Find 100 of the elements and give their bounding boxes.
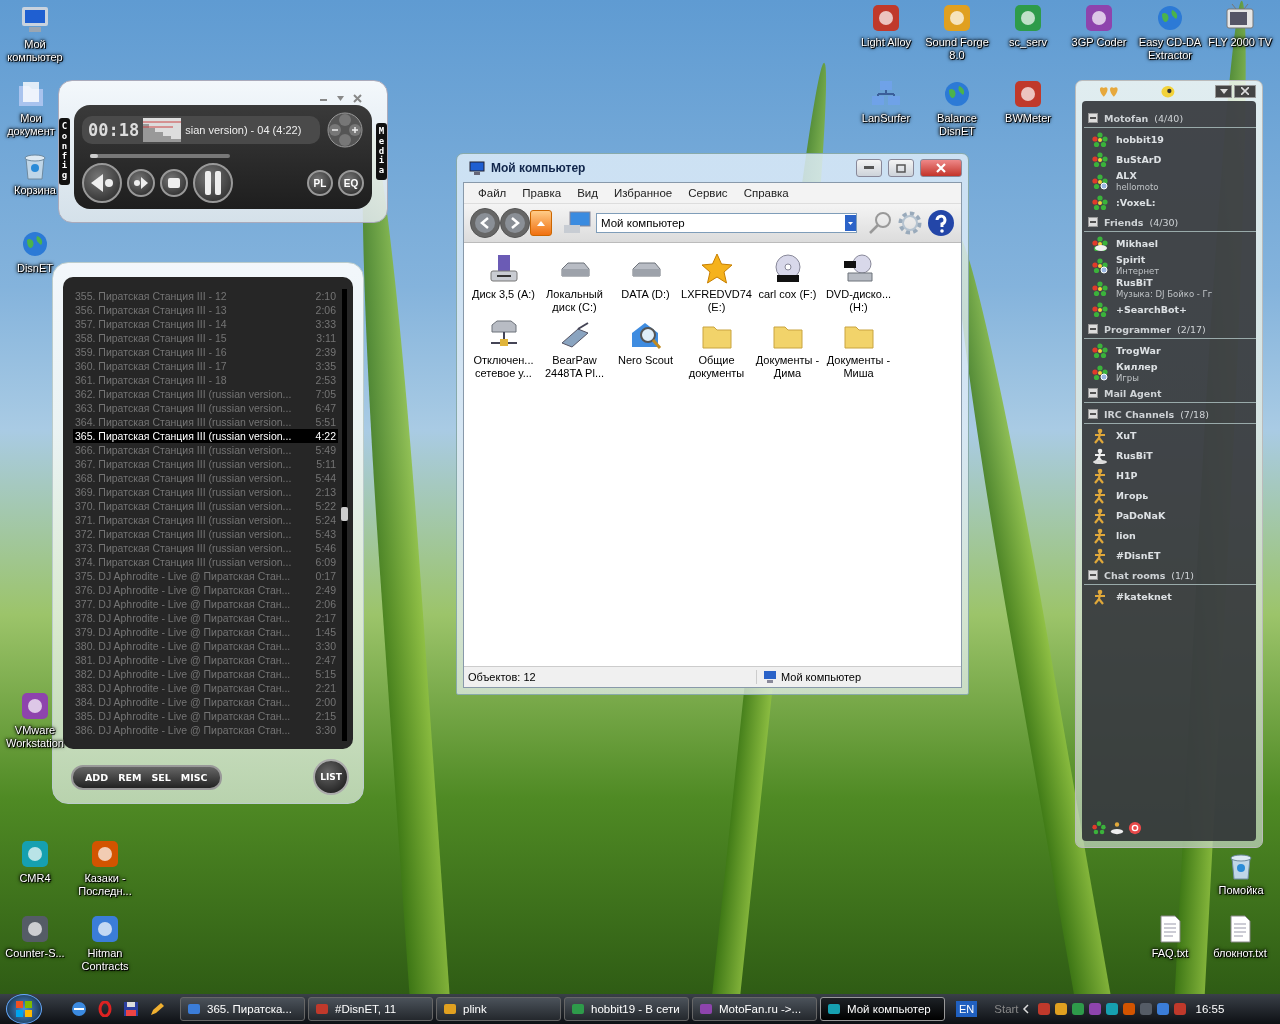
previous-button[interactable]: [82, 163, 122, 203]
menu-item[interactable]: Файл: [470, 185, 515, 201]
contact-name[interactable]: Игорь: [1116, 490, 1149, 502]
language-indicator[interactable]: EN: [956, 1001, 978, 1017]
contact-name[interactable]: :VoxeL:: [1116, 197, 1156, 209]
group-name[interactable]: Chat rooms: [1104, 569, 1166, 581]
flower-icon[interactable]: [1092, 821, 1106, 835]
chevron-icon[interactable]: [1021, 1004, 1030, 1014]
seek-bar[interactable]: [90, 154, 230, 158]
stop-button[interactable]: [160, 169, 188, 197]
playlist-button[interactable]: REM: [114, 769, 146, 785]
maximize-button[interactable]: [888, 159, 914, 177]
dropdown-icon[interactable]: [845, 215, 856, 231]
item-label[interactable]: Документы - Миша: [823, 354, 894, 380]
app-icon[interactable]: [89, 913, 121, 945]
item-label[interactable]: Локальный диск (C:): [539, 288, 610, 314]
contact-name[interactable]: RusBiT: [1116, 450, 1153, 462]
app-icon[interactable]: [89, 838, 121, 870]
taskbar-button[interactable]: MotoFan.ru ->...: [692, 997, 817, 1021]
close-button[interactable]: [920, 159, 962, 177]
shortcut-label[interactable]: блокнот.txt: [1213, 947, 1267, 960]
menu-button[interactable]: [1215, 84, 1232, 98]
menu-item[interactable]: Вид: [569, 185, 606, 201]
app-icon[interactable]: [1012, 2, 1044, 34]
item-label[interactable]: Общие документы: [681, 354, 752, 380]
playlist-button[interactable]: SEL: [147, 769, 175, 785]
pause-button[interactable]: [193, 163, 233, 203]
list-button[interactable]: LIST: [313, 759, 349, 795]
item-label[interactable]: DATA (D:): [621, 288, 670, 301]
playlist-item[interactable]: 365. Пиратская Станция III (russian version... 4:22: [73, 429, 338, 443]
contact-name[interactable]: TrogWar: [1116, 345, 1161, 357]
app-icon[interactable]: [19, 690, 51, 722]
forward-button[interactable]: [500, 208, 530, 238]
shortcut-label[interactable]: Помойка: [1218, 884, 1264, 897]
playlist-button[interactable]: ADD: [81, 769, 113, 785]
help-icon[interactable]: [927, 209, 955, 237]
scrollbar[interactable]: [342, 289, 347, 741]
menu-item[interactable]: Справка: [735, 185, 797, 201]
contact-name[interactable]: #kateknet: [1116, 591, 1172, 603]
item-label[interactable]: LXFREDVD74 (E:): [681, 288, 752, 314]
tray-icon[interactable]: [1104, 1002, 1119, 1016]
shortcut-label[interactable]: Hitman Contracts: [72, 947, 138, 973]
browser-icon[interactable]: [71, 1001, 87, 1017]
menu-item[interactable]: Правка: [514, 185, 570, 201]
group-name[interactable]: Programmer: [1104, 323, 1171, 335]
group-name[interactable]: Motofan: [1104, 112, 1149, 124]
collapse-icon[interactable]: [1088, 324, 1098, 334]
collapse-icon[interactable]: [1088, 388, 1098, 398]
media-tab[interactable]: Media: [376, 122, 387, 181]
back-button[interactable]: [470, 208, 500, 238]
collapse-icon[interactable]: [1088, 217, 1098, 227]
player-toggle-button[interactable]: EQ: [338, 170, 364, 196]
contact-name[interactable]: PaDoNaK: [1116, 510, 1166, 522]
contact-name[interactable]: +SearchBot+: [1116, 304, 1187, 316]
collapse-icon[interactable]: [1088, 409, 1098, 419]
contact-name[interactable]: RusBiT: [1116, 277, 1213, 289]
shortcut-label[interactable]: Counter-S...: [5, 947, 65, 960]
taskbar-button[interactable]: #DisnET, 11: [308, 997, 433, 1021]
tray-icon[interactable]: [1155, 1002, 1170, 1016]
tray-icon[interactable]: [1036, 1002, 1051, 1016]
contact-name[interactable]: Киллер: [1116, 361, 1158, 373]
collapse-icon[interactable]: [1088, 113, 1098, 123]
contact-name[interactable]: H1P: [1116, 470, 1138, 482]
menu-item[interactable]: Сервис: [680, 185, 736, 201]
app-icon[interactable]: [870, 2, 902, 34]
tray-icon[interactable]: [1070, 1002, 1085, 1016]
scroll-thumb[interactable]: [341, 507, 348, 521]
contact-name[interactable]: lion: [1116, 530, 1136, 542]
contact-name[interactable]: ALX: [1116, 170, 1159, 182]
contact-name[interactable]: Mikhael: [1116, 238, 1158, 250]
dvd-icon[interactable]: [841, 253, 876, 285]
shortcut-label[interactable]: CMR4: [19, 872, 51, 885]
play-button[interactable]: [127, 169, 155, 197]
item-label[interactable]: DVD-диско... (H:): [823, 288, 894, 314]
group-name[interactable]: IRC Channels: [1104, 408, 1175, 420]
app-icon[interactable]: [19, 913, 51, 945]
shortcut-label[interactable]: FAQ.txt: [1151, 947, 1189, 960]
player-toggle-button[interactable]: PL: [307, 170, 333, 196]
app-icon[interactable]: [19, 838, 51, 870]
item-label[interactable]: carl cox (F:): [758, 288, 817, 301]
at-sign-icon[interactable]: [1128, 821, 1142, 835]
tray-icon[interactable]: [1053, 1002, 1068, 1016]
close-icon[interactable]: [353, 94, 362, 103]
taskbar-button[interactable]: hobbit19 - В сети: [564, 997, 689, 1021]
tray-icon[interactable]: [1121, 1002, 1136, 1016]
item-label[interactable]: Отключен... сетевое у...: [468, 354, 539, 380]
group-name[interactable]: Mail Agent: [1104, 387, 1162, 399]
minimize-button[interactable]: [856, 159, 882, 177]
item-label[interactable]: Документы - Дима: [752, 354, 823, 380]
item-label[interactable]: Диск 3,5 (A:): [472, 288, 535, 301]
contact-name[interactable]: XuT: [1116, 430, 1137, 442]
playlist-button[interactable]: MISC: [176, 769, 212, 785]
playlist-item[interactable]: 384. DJ Aphrodite - Live @ Пиратская Стан... 2:00: [73, 695, 338, 709]
item-label[interactable]: BearPaw 2448TA Pl...: [539, 354, 610, 380]
star-icon[interactable]: [699, 253, 734, 285]
address-field[interactable]: Мой компьютер: [596, 213, 857, 233]
shortcut-label[interactable]: Казаки - Последн...: [72, 872, 138, 898]
contact-name[interactable]: Spirit: [1116, 254, 1160, 266]
search-icon[interactable]: [867, 210, 893, 236]
taskbar-button[interactable]: plink: [436, 997, 561, 1021]
